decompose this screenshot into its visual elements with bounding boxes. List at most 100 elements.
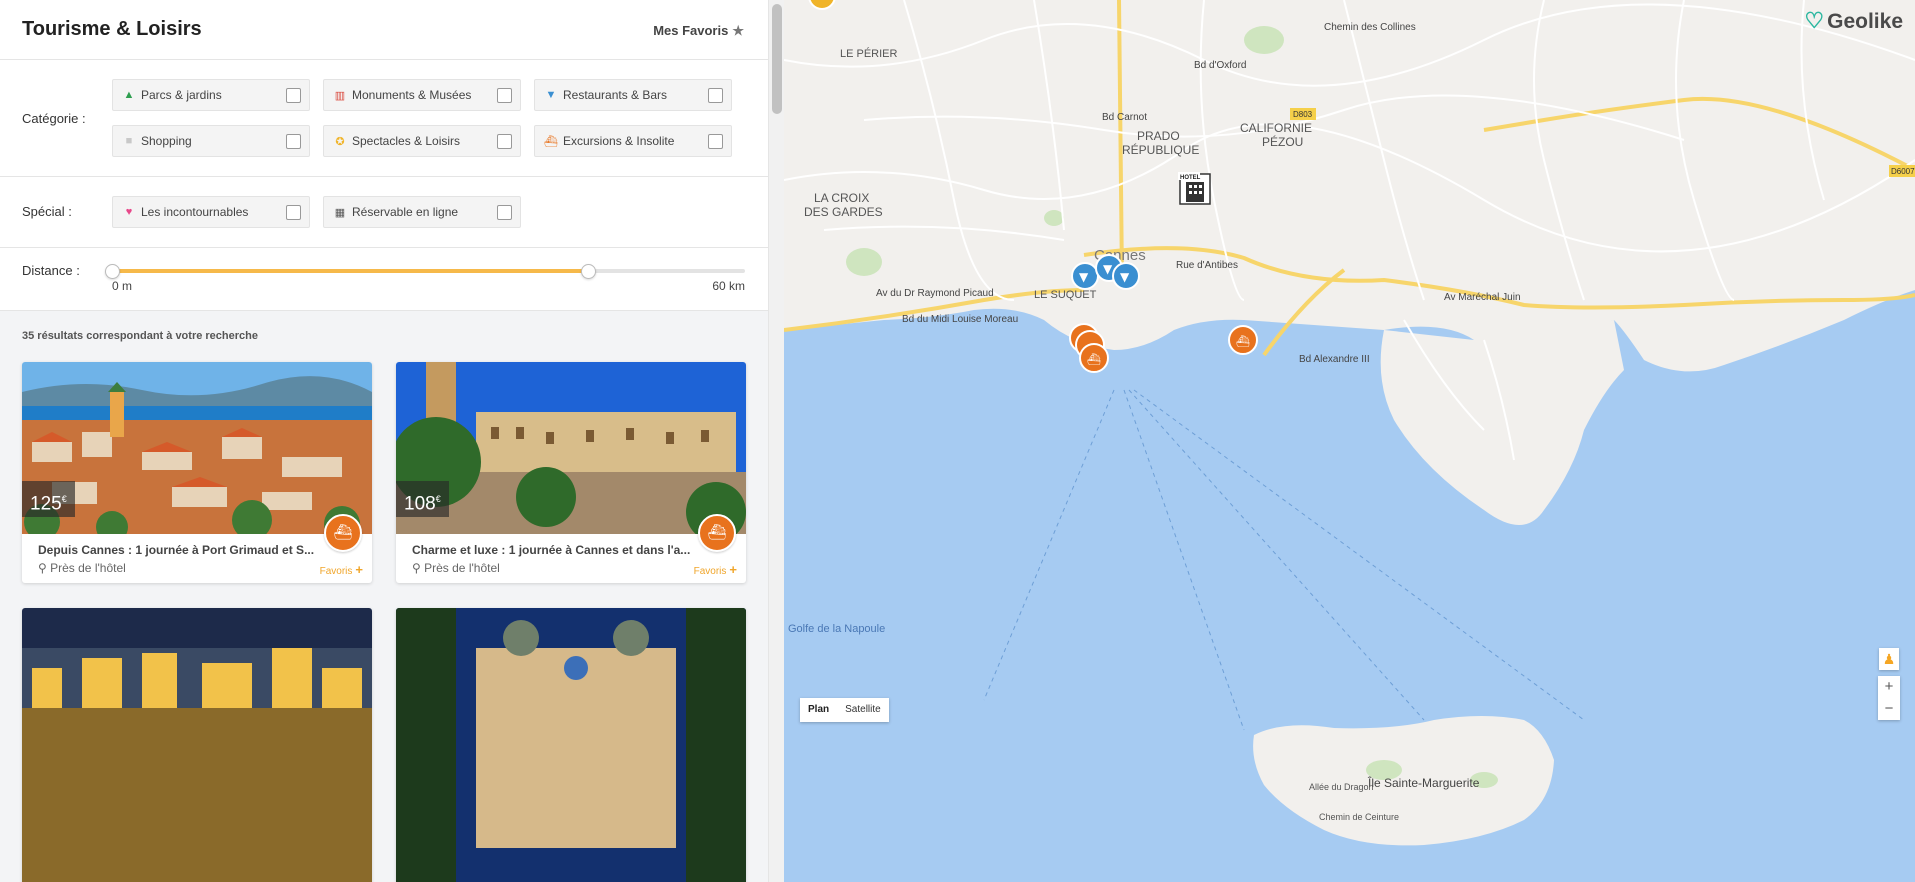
map-label: LA CROIX bbox=[814, 191, 869, 205]
category-parcs-jardins-checkbox[interactable] bbox=[286, 88, 301, 103]
hotel-marker[interactable]: HOTEL bbox=[1178, 172, 1211, 205]
result-card[interactable] bbox=[22, 608, 372, 882]
map-tab-plan[interactable]: Plan bbox=[800, 698, 837, 722]
category-restaurants-bars-checkbox[interactable] bbox=[708, 88, 723, 103]
card-image bbox=[396, 608, 746, 882]
map-label: PÉZOU bbox=[1262, 134, 1303, 149]
heart-icon: ♥ bbox=[125, 206, 133, 218]
category-monuments-musees-label: Monuments & Musées bbox=[352, 88, 472, 102]
map-label: LE PÉRIER bbox=[840, 47, 898, 60]
category-spectacles-loisirs[interactable]: ✪ Spectacles & Loisirs bbox=[323, 125, 521, 157]
calendar-icon: ▦ bbox=[334, 206, 346, 219]
category-label: Catégorie : bbox=[22, 111, 86, 126]
card-title[interactable]: Charme et luxe : 1 journée à Cannes et d… bbox=[412, 543, 700, 557]
price-value: 108 bbox=[404, 493, 436, 515]
map-label: CALIFORNIE bbox=[1240, 121, 1312, 135]
special-incontournables[interactable]: ♥ Les incontournables bbox=[112, 196, 310, 228]
category-excursions-insolite[interactable]: ⛴ Excursions & Insolite bbox=[534, 125, 732, 157]
map-pin-icon: ⚲ bbox=[412, 561, 425, 575]
map-label: Allée du Dragon bbox=[1309, 782, 1374, 792]
results-list: 35 résultats correspondant à votre reche… bbox=[0, 310, 768, 882]
scrollbar-thumb[interactable] bbox=[772, 4, 782, 114]
geolike-logo: ♡ Geolike bbox=[1804, 8, 1903, 34]
price-tag: 108€ bbox=[396, 481, 449, 517]
map-label: Av Maréchal Juin bbox=[1444, 292, 1521, 303]
road-shield-label: D803 bbox=[1293, 110, 1313, 119]
price-currency: € bbox=[61, 494, 67, 504]
street-view-pegman-icon[interactable]: ♟ bbox=[1879, 648, 1899, 670]
add-favorite-button[interactable]: Favoris + bbox=[320, 562, 363, 577]
distance-slider-fill bbox=[112, 269, 589, 273]
special-filter-row: Spécial : ♥ Les incontournables ▦ Réserv… bbox=[0, 177, 768, 248]
card-image bbox=[22, 608, 372, 882]
distance-max-handle[interactable] bbox=[581, 264, 597, 279]
excursion-marker[interactable]: ⛴ bbox=[1079, 343, 1109, 373]
category-restaurants-bars[interactable]: ▼ Restaurants & Bars bbox=[534, 79, 732, 111]
map-canvas[interactable]: LE PÉRIER PRADO RÉPUBLIQUE CALIFORNIE PÉ… bbox=[784, 0, 1915, 882]
zoom-in-button[interactable]: + bbox=[1878, 676, 1900, 698]
result-card[interactable] bbox=[396, 608, 746, 882]
svg-text:▼: ▼ bbox=[1079, 270, 1089, 284]
favorite-label: Favoris bbox=[693, 566, 727, 577]
category-monuments-musees[interactable]: ▥ Monuments & Musées bbox=[323, 79, 521, 111]
map-label: PRADO bbox=[1137, 129, 1180, 143]
price-value: 125 bbox=[30, 493, 62, 515]
category-parcs-jardins-label: Parcs & jardins bbox=[141, 88, 222, 102]
special-reservable-label: Réservable en ligne bbox=[352, 205, 459, 219]
svg-text:▼: ▼ bbox=[1103, 262, 1113, 276]
zoom-control: + − bbox=[1878, 676, 1900, 720]
svg-text:⛴: ⛴ bbox=[1087, 353, 1101, 366]
category-spectacles-loisirs-checkbox[interactable] bbox=[497, 134, 512, 149]
map-label: Chemin des Collines bbox=[1324, 22, 1416, 33]
heart-logo-icon: ♡ bbox=[1804, 8, 1825, 33]
map-label: RÉPUBLIQUE bbox=[1122, 142, 1199, 157]
special-reservable-checkbox[interactable] bbox=[497, 205, 512, 220]
special-reservable[interactable]: ▦ Réservable en ligne bbox=[323, 196, 521, 228]
special-incontournables-checkbox[interactable] bbox=[286, 205, 301, 220]
category-excursions-insolite-checkbox[interactable] bbox=[708, 134, 723, 149]
card-image: 108€ bbox=[396, 362, 746, 534]
distance-max-value: 60 km bbox=[712, 279, 745, 293]
zoom-out-button[interactable]: − bbox=[1878, 698, 1900, 720]
map-label: Bd d'Oxford bbox=[1194, 60, 1247, 71]
map-pin-icon: ⚲ bbox=[38, 561, 51, 575]
distance-min-value: 0 m bbox=[112, 279, 133, 293]
distance-min-handle[interactable] bbox=[105, 264, 120, 279]
category-shopping[interactable]: ■ Shopping bbox=[112, 125, 310, 157]
svg-text:▼: ▼ bbox=[1120, 270, 1130, 284]
category-excursions-insolite-label: Excursions & Insolite bbox=[563, 134, 675, 148]
result-card[interactable]: 125€ ⛴ Depuis Cannes : 1 journée à Port … bbox=[22, 362, 372, 583]
distance-label: Distance : bbox=[22, 263, 80, 278]
map-view[interactable]: LE PÉRIER PRADO RÉPUBLIQUE CALIFORNIE PÉ… bbox=[784, 0, 1915, 882]
category-shopping-checkbox[interactable] bbox=[286, 134, 301, 149]
category-parcs-jardins[interactable]: ▲ Parcs & jardins bbox=[112, 79, 310, 111]
price-tag: 125€ bbox=[22, 481, 75, 517]
map-label: Bd Carnot bbox=[1102, 112, 1147, 123]
result-card[interactable]: 108€ ⛴ Charme et luxe : 1 journée à Cann… bbox=[396, 362, 746, 583]
price-currency: € bbox=[435, 494, 441, 504]
panel-scrollbar[interactable] bbox=[768, 0, 784, 882]
boat-icon: ⛴ bbox=[698, 514, 736, 552]
favorites-label: Mes Favoris bbox=[653, 23, 729, 38]
card-location: ⚲ Près de l'hôtel bbox=[412, 561, 500, 575]
card-location-text: Près de l'hôtel bbox=[50, 561, 126, 575]
restaurant-marker[interactable]: ▼ bbox=[1071, 262, 1099, 290]
logo-text: Geolike bbox=[1827, 10, 1903, 33]
map-label: Rue d'Antibes bbox=[1176, 260, 1238, 271]
map-tab-satellite[interactable]: Satellite bbox=[837, 698, 889, 722]
card-title[interactable]: Depuis Cannes : 1 journée à Port Grimaud… bbox=[38, 543, 326, 557]
excursion-marker[interactable]: ⛴ bbox=[1228, 325, 1258, 355]
card-image: 125€ bbox=[22, 362, 372, 534]
add-favorite-button[interactable]: Favoris + bbox=[694, 562, 737, 577]
distance-slider-track[interactable] bbox=[112, 269, 745, 273]
road-shield-label: D6007 bbox=[1891, 167, 1915, 176]
favorites-link[interactable]: Mes Favoris ★ bbox=[653, 23, 744, 39]
category-shopping-label: Shopping bbox=[141, 134, 192, 148]
restaurant-marker[interactable]: ▼ bbox=[1112, 262, 1140, 290]
special-label: Spécial : bbox=[22, 204, 72, 219]
boat-icon: ⛴ bbox=[324, 514, 362, 552]
category-filter-row: Catégorie : ▲ Parcs & jardins ▥ Monument… bbox=[0, 60, 768, 177]
cart-icon: ■ bbox=[125, 135, 133, 147]
category-monuments-musees-checkbox[interactable] bbox=[497, 88, 512, 103]
tree-icon: ▲ bbox=[123, 89, 135, 101]
